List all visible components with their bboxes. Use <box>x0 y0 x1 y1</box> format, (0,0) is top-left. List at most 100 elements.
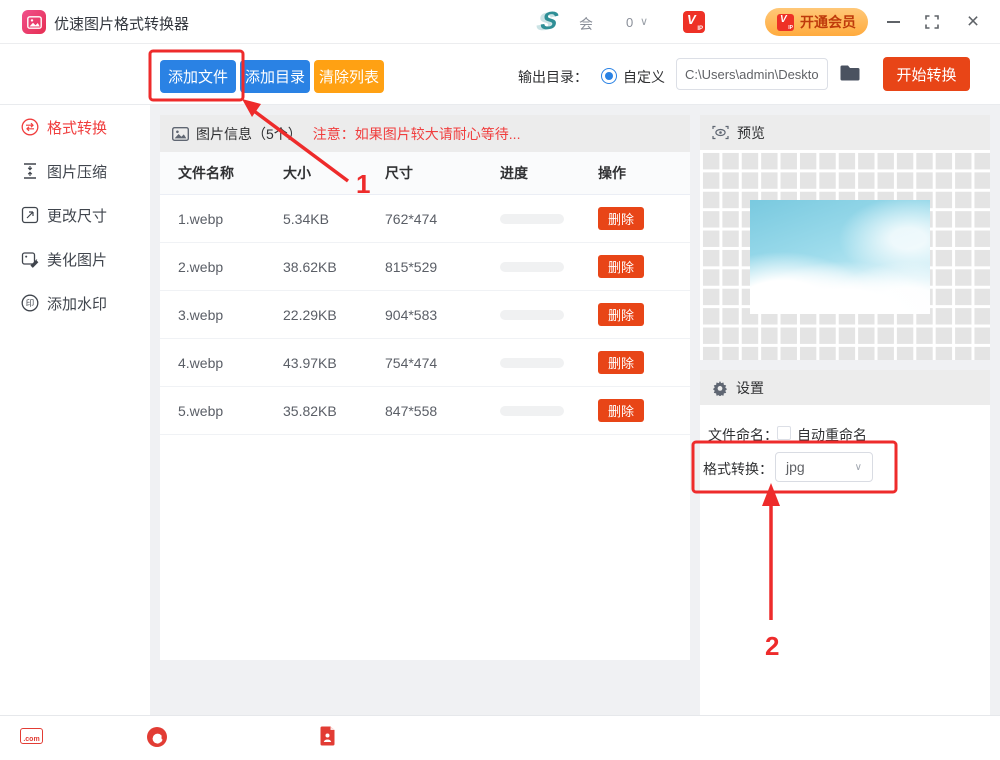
minimize-button[interactable] <box>876 0 910 44</box>
sidebar-item-label: 美化图片 <box>47 251 108 269</box>
convert-icon <box>21 118 39 136</box>
delete-button[interactable]: 删除 <box>598 303 644 326</box>
progress-bar <box>500 405 564 416</box>
settings-title: 设置 <box>736 379 764 396</box>
progress-bar <box>500 309 564 320</box>
start-convert-button[interactable]: 开始转换 <box>883 57 970 91</box>
main-content: 图片信息（5个） 注意：如果图片较大请耐心等待... 文件名称 大小 尺寸 进度… <box>150 105 1000 715</box>
open-vip-button[interactable]: V IP 开通会员 <box>765 8 868 36</box>
vip-badge-icon: V IP <box>683 11 705 33</box>
member-count: 0 <box>626 15 634 30</box>
output-dir-label: 输出目录： <box>518 69 588 85</box>
browse-folder-button[interactable] <box>838 62 862 86</box>
titlebar: 优速图片格式转换器 S 会 0 ∨ V IP V IP 开通会员 × <box>0 0 1000 44</box>
file-panel-header: 图片信息（5个） 注意：如果图片较大请耐心等待... <box>160 115 690 152</box>
settings-header: 设置 <box>700 370 990 405</box>
feedback-icon <box>320 726 335 746</box>
watermark-icon: 印 <box>21 294 39 312</box>
beautify-icon <box>21 252 39 268</box>
website-icon: .com <box>20 728 43 744</box>
delete-button[interactable]: 删除 <box>598 207 644 230</box>
file-dims: 762*474 <box>385 210 438 227</box>
table-row: 4.webp 43.97KB 754*474 删除 <box>160 339 690 387</box>
table-row: 3.webp 22.29KB 904*583 删除 <box>160 291 690 339</box>
brand-s-logo: S <box>538 7 561 35</box>
svg-text:印: 印 <box>26 298 35 308</box>
col-size: 大小 <box>283 165 311 181</box>
col-progress: 进度 <box>500 165 528 181</box>
folder-icon <box>840 65 860 80</box>
file-size: 22.29KB <box>283 306 337 323</box>
file-name: 4.webp <box>178 354 224 371</box>
delete-button[interactable]: 删除 <box>598 351 644 374</box>
settings-body: 文件命名： 自动重命名 格式转换： jpg ∨ <box>700 405 990 715</box>
image-icon <box>26 15 42 29</box>
progress-bar <box>500 357 564 368</box>
col-action: 操作 <box>598 165 626 181</box>
close-button[interactable]: × <box>956 0 990 44</box>
custom-radio-label: 自定义 <box>623 69 665 85</box>
file-dims: 847*558 <box>385 402 438 419</box>
file-name: 3.webp <box>178 306 224 323</box>
maximize-button[interactable] <box>915 0 949 44</box>
app-title: 优速图片格式转换器 <box>54 16 190 33</box>
custom-radio[interactable] <box>601 68 617 84</box>
sidebar-item-compress[interactable]: 图片压缩 <box>0 149 150 193</box>
member-label: 会 <box>579 16 593 32</box>
toolbar: 添加文件 添加目录 清除列表 输出目录： 自定义 开始转换 <box>0 44 1000 105</box>
format-convert-label: 格式转换： <box>703 461 773 477</box>
sidebar-item-format-convert[interactable]: 格式转换 <box>0 105 150 149</box>
file-size: 35.82KB <box>283 402 337 419</box>
col-dims: 尺寸 <box>385 165 413 181</box>
gear-icon <box>712 380 728 396</box>
preview-panel: 预览 <box>700 115 990 370</box>
sidebar-item-watermark[interactable]: 印 添加水印 <box>0 281 150 325</box>
transparency-grid <box>700 150 990 360</box>
chevron-down-icon[interactable]: ∨ <box>640 15 648 28</box>
compress-icon <box>24 163 36 179</box>
file-size: 5.34KB <box>283 210 329 227</box>
sidebar: 格式转换 图片压缩 更改尺寸 美化图片 印 添加水印 <box>0 105 150 715</box>
delete-button[interactable]: 删除 <box>598 399 644 422</box>
file-name: 5.webp <box>178 402 224 419</box>
add-files-button[interactable]: 添加文件 <box>160 60 236 93</box>
file-dims: 904*583 <box>385 306 438 323</box>
preview-eye-icon <box>712 125 729 140</box>
sidebar-item-label: 图片压缩 <box>47 163 108 181</box>
open-vip-label: 开通会员 <box>800 14 856 30</box>
minimize-icon <box>886 21 900 23</box>
add-directory-button[interactable]: 添加目录 <box>240 60 310 93</box>
settings-panel: 设置 文件命名： 自动重命名 格式转换： jpg ∨ <box>700 370 990 715</box>
maximize-icon <box>925 15 939 29</box>
preview-header: 预览 <box>700 115 990 150</box>
format-select-value: jpg <box>786 459 805 475</box>
table-row: 1.webp 5.34KB 762*474 删除 <box>160 195 690 243</box>
clear-list-button[interactable]: 清除列表 <box>314 60 384 93</box>
app-logo-icon <box>22 10 46 34</box>
file-list-panel: 图片信息（5个） 注意：如果图片较大请耐心等待... 文件名称 大小 尺寸 进度… <box>160 115 690 660</box>
auto-rename-checkbox[interactable] <box>777 426 791 440</box>
file-panel-title: 图片信息（5个） <box>196 125 302 142</box>
file-name: 1.webp <box>178 210 224 227</box>
sidebar-item-label: 更改尺寸 <box>47 207 108 225</box>
sidebar-item-label: 格式转换 <box>47 119 108 137</box>
file-name: 2.webp <box>178 258 224 275</box>
file-naming-label: 文件命名： <box>708 427 778 443</box>
file-size: 38.62KB <box>283 258 337 275</box>
sidebar-item-label: 添加水印 <box>47 295 108 313</box>
progress-bar <box>500 261 564 272</box>
table-header: 文件名称 大小 尺寸 进度 操作 <box>160 152 690 195</box>
chevron-down-icon: ∨ <box>854 461 862 473</box>
progress-bar <box>500 213 564 224</box>
delete-button[interactable]: 删除 <box>598 255 644 278</box>
file-size: 43.97KB <box>283 354 337 371</box>
output-path-input[interactable] <box>676 58 828 90</box>
resize-icon <box>21 206 39 224</box>
table-row: 2.webp 38.62KB 815*529 删除 <box>160 243 690 291</box>
sidebar-item-beautify[interactable]: 美化图片 <box>0 237 150 281</box>
sidebar-item-resize[interactable]: 更改尺寸 <box>0 193 150 237</box>
image-info-icon <box>172 126 189 141</box>
preview-title: 预览 <box>737 124 765 141</box>
vip-mini-icon: V IP <box>777 13 794 31</box>
format-select[interactable]: jpg ∨ <box>775 452 873 482</box>
